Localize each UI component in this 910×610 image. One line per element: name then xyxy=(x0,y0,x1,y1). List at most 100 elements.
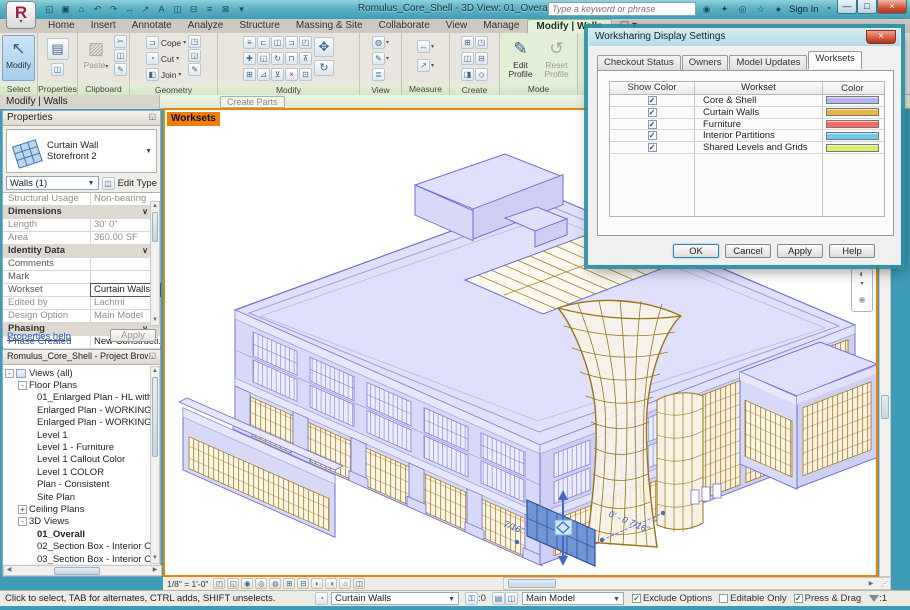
selection-filter-icon[interactable] xyxy=(869,595,879,602)
match-type-icon[interactable]: ✎ xyxy=(114,63,127,76)
view-visibility-icon[interactable]: ◍ xyxy=(372,36,385,49)
crop-region-icon[interactable]: ⊟ xyxy=(297,578,309,589)
properties-scrollbar[interactable]: ▲▼ xyxy=(150,201,160,326)
rotate-icon[interactable]: ↻ xyxy=(271,52,284,65)
view-dd2-icon[interactable]: ▾ xyxy=(386,55,389,62)
split-icon[interactable]: ◰ xyxy=(299,36,312,49)
sun-path-icon[interactable]: ◉ xyxy=(241,578,253,589)
view-scale-button[interactable]: 1/8" = 1'-0" xyxy=(167,579,208,589)
tab-insert[interactable]: Insert xyxy=(83,19,124,33)
view-dd1-icon[interactable]: ▾ xyxy=(386,39,389,46)
rotate-big-icon[interactable]: ↻ xyxy=(314,60,334,76)
color-swatch[interactable] xyxy=(826,108,879,116)
worksets-status-icon[interactable]: ◔ xyxy=(315,592,328,605)
trim-icon[interactable]: ⊓ xyxy=(285,52,298,65)
tree-3d-views[interactable]: -3D Views xyxy=(5,516,160,528)
sync-icon[interactable]: ⌂ xyxy=(74,2,89,16)
cut-to-clipboard-icon[interactable]: ✂ xyxy=(114,35,127,48)
tree-item[interactable]: 03_Section Box - Interior Offic xyxy=(5,553,160,564)
prop-row[interactable]: Comments xyxy=(3,258,160,271)
cut-label[interactable]: Cut xyxy=(160,54,175,64)
tree-item[interactable]: Level 1 - Furniture xyxy=(5,441,160,453)
join-icon[interactable]: ◧ xyxy=(146,68,159,81)
wall-join-icon[interactable]: ◲ xyxy=(188,49,201,62)
color-swatch[interactable] xyxy=(826,132,879,140)
tree-views-all[interactable]: -Views (all) xyxy=(5,367,160,379)
tree-item[interactable]: Level 1 Callout Color xyxy=(5,454,160,466)
open-icon[interactable]: ◱ xyxy=(42,2,57,16)
tab-collaborate[interactable]: Collaborate xyxy=(371,19,438,33)
workset-row[interactable]: ✓ Furniture xyxy=(610,119,884,131)
tree-item[interactable]: Level 1 COLOR xyxy=(5,466,160,478)
tab-home[interactable]: Home xyxy=(40,19,83,33)
color-swatch[interactable] xyxy=(826,120,879,128)
edit-type-button[interactable]: Edit Type xyxy=(118,178,157,189)
navigation-bar[interactable]: ◐▾◉ xyxy=(851,268,873,312)
apply-button[interactable]: Apply xyxy=(110,329,156,342)
tree-item[interactable]: Enlarged Plan - WORKING xyxy=(5,404,160,416)
tab-annotate[interactable]: Annotate xyxy=(124,19,180,33)
element-filter-dropdown[interactable]: Walls (1)▼ xyxy=(6,176,99,190)
tab-worksets[interactable]: Worksets xyxy=(808,51,861,69)
hide-icon[interactable]: ≣ xyxy=(372,68,385,81)
extend-icon[interactable]: ⊐ xyxy=(285,36,298,49)
prop-row[interactable]: Length30' 0" xyxy=(3,219,160,232)
close-hidden-windows-icon[interactable]: ⊠ xyxy=(218,2,233,16)
tree-item-01-overall[interactable]: 01_Overall xyxy=(5,528,160,540)
pin-icon[interactable]: ⊼ xyxy=(299,52,312,65)
measure-line-icon[interactable]: ↔ xyxy=(417,40,430,53)
tree-item[interactable]: 02_Section Box - Interior Offic xyxy=(5,540,160,552)
create-similar-icon[interactable]: ⊞ xyxy=(461,36,474,49)
prop-row-workset[interactable]: WorksetCurtain Walls xyxy=(3,284,160,297)
reset-profile-button[interactable]: ↺Reset Profile xyxy=(540,35,574,81)
tab-analyze[interactable]: Analyze xyxy=(180,19,232,33)
type-selector-dropdown-icon[interactable]: ▼ xyxy=(145,145,152,158)
tree-item[interactable]: Level 1 xyxy=(5,429,160,441)
color-swatch[interactable] xyxy=(826,96,879,104)
maximize-button[interactable]: □ xyxy=(857,0,877,14)
tree-floor-plans[interactable]: -Floor Plans xyxy=(5,379,160,391)
design-options-icon[interactable]: ▤ xyxy=(492,592,505,605)
show-color-checkbox[interactable]: ✓ xyxy=(648,143,657,152)
properties-help-link[interactable]: Properties help xyxy=(7,331,71,342)
measure-icon[interactable]: ↔ xyxy=(122,2,137,16)
save-icon[interactable]: ▣ xyxy=(58,2,73,16)
cancel-button[interactable]: Cancel xyxy=(725,244,771,258)
editing-requests-icon[interactable]: ⚿ xyxy=(465,592,478,605)
type-selector[interactable]: Curtain WallStorefront 2 ▼ xyxy=(6,129,157,173)
paint-icon[interactable]: ✎ xyxy=(188,63,201,76)
cope-label[interactable]: Cope xyxy=(160,38,182,48)
active-workset-dropdown[interactable]: Curtain Walls▼ xyxy=(331,592,459,605)
ok-button[interactable]: OK xyxy=(673,244,719,258)
close-button[interactable]: × xyxy=(877,0,907,14)
insulation-icon[interactable]: ◨ xyxy=(461,68,474,81)
canvas-h-scrollbar[interactable]: ▶ ⋰ xyxy=(503,577,891,590)
tab-manage[interactable]: Manage xyxy=(475,19,527,33)
application-menu-button[interactable]: R▾ xyxy=(6,1,36,29)
copy-to-clipboard-icon[interactable]: ◫ xyxy=(114,49,127,62)
create-group-icon[interactable]: ◳ xyxy=(475,36,488,49)
show-color-checkbox[interactable]: ✓ xyxy=(648,108,657,117)
move-icon[interactable]: ✚ xyxy=(243,52,256,65)
worksharing-display-icon[interactable]: ⌂ xyxy=(339,578,351,589)
paste-button[interactable]: ▨Paste▾ xyxy=(80,35,112,81)
measure-dd-icon[interactable]: ▾ xyxy=(431,43,434,50)
editable-only-checkbox[interactable]: Editable Only xyxy=(719,593,787,604)
design-options-edit-icon[interactable]: ◫ xyxy=(505,592,518,605)
default-3d-view-icon[interactable]: ◫ xyxy=(170,2,185,16)
subscription-icon[interactable]: ✦ xyxy=(717,2,732,16)
prop-section[interactable]: Identity Data∨ xyxy=(3,245,160,258)
workset-row[interactable]: ✓ Shared Levels and Grids xyxy=(610,142,884,154)
design-option-dropdown[interactable]: Main Model▼ xyxy=(522,592,624,605)
tab-checkout-status[interactable]: Checkout Status xyxy=(597,55,681,71)
prop-row[interactable]: Design OptionMain Model xyxy=(3,310,160,323)
delete-icon[interactable]: × xyxy=(285,68,298,81)
dimension-dd-icon[interactable]: ▾ xyxy=(431,62,434,69)
edit-profile-button[interactable]: ✎Edit Profile xyxy=(504,35,538,81)
mirror-icon[interactable]: ◫ xyxy=(271,36,284,49)
workset-row[interactable]: ✓ Interior Partitions xyxy=(610,130,884,142)
undo-icon[interactable]: ↶ xyxy=(90,2,105,16)
sign-in-link[interactable]: Sign In xyxy=(789,4,819,15)
search-input[interactable] xyxy=(548,2,696,16)
show-color-checkbox[interactable]: ✓ xyxy=(648,96,657,105)
